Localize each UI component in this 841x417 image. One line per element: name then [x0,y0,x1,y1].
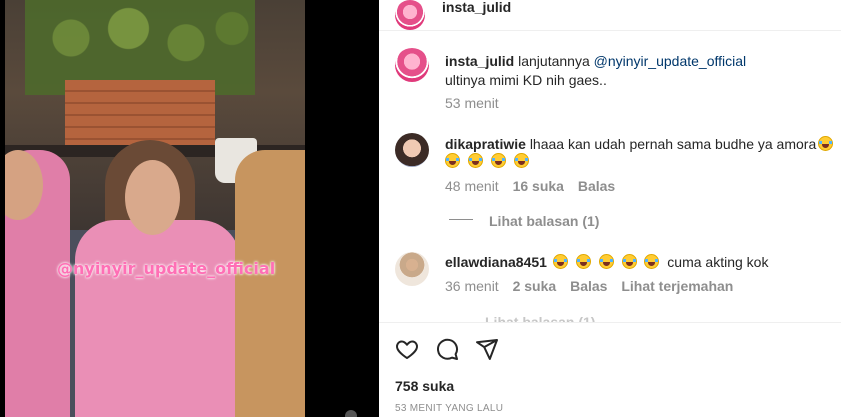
caption-avatar[interactable] [395,48,429,82]
view-replies-label: Lihat balasan (1) [489,213,600,229]
laughing-emoji-icon [575,254,591,269]
send-icon[interactable] [475,337,499,361]
video-player[interactable]: @nyinyir_update_official [5,0,305,417]
laughing-emoji-icon [445,153,460,168]
heart-icon[interactable] [395,337,419,361]
laughing-emoji-icon [818,136,834,151]
video-person-center [75,220,240,417]
comment-username[interactable]: dikapratiwie [445,136,526,152]
caption-time[interactable]: 53 menit [445,95,499,111]
comment2-line1: ellawdiana8451 cuma akting kok [445,254,768,270]
post-header: insta_julid [379,0,841,31]
post-time-ago[interactable]: 53 MENIT YANG LALU [395,403,503,414]
caption-text: lanjutannya [518,53,590,69]
comment-avatar-ellawdiana8451[interactable] [395,252,429,286]
likes-count[interactable]: 758 suka [395,378,454,394]
laughing-emoji-icon [644,254,660,269]
media-scroll-indicator[interactable] [345,410,357,417]
comment-avatar-dikapratiwie[interactable] [395,133,429,167]
comment-reply-button[interactable]: Balas [570,278,607,294]
comment-username[interactable]: ellawdiana8451 [445,254,547,270]
laughing-emoji-icon [552,254,568,269]
comment-meta: 48 menit 16 suka Balas [445,178,615,194]
comment-icon[interactable] [435,337,459,361]
view-replies-button[interactable]: Lihat balasan (1) [489,213,599,229]
laughing-emoji-icon [490,153,506,168]
video-person-center-face [125,160,180,235]
comment-time[interactable]: 48 menit [445,178,499,194]
caption-line2: ultinya mimi KD nih gaes.. [445,72,607,88]
caption-username[interactable]: insta_julid [445,53,514,69]
comment-line2-emojis [443,153,531,169]
post-panel: insta_julid insta_julid lanjutannya @nyi… [379,0,841,417]
comment-likes[interactable]: 16 suka [513,178,564,194]
media-backdrop [305,0,379,417]
laughing-emoji-icon [513,153,529,168]
view-replies-label: Lihat balasan (1) [485,314,596,322]
video-watermark: @nyinyir_update_official [57,259,276,278]
comment2-meta: 36 menit 2 suka Balas Lihat terjemahan [445,278,733,294]
replies-divider-line [449,219,473,220]
comment2-view-replies-partial[interactable]: Lihat balasan (1) [445,314,595,322]
video-brick-wall [65,80,215,150]
caption-mention-link[interactable]: @nyinyir_update_official [594,53,747,69]
comment-reply-button[interactable]: Balas [578,178,615,194]
caption-line1: insta_julid lanjutannya @nyinyir_update_… [445,53,746,69]
comment-time[interactable]: 36 menit [445,278,499,294]
header-avatar[interactable] [395,0,425,30]
header-username[interactable]: insta_julid [442,0,511,15]
comment-likes[interactable]: 2 suka [513,278,557,294]
laughing-emoji-icon [598,254,614,269]
comment-text: lhaaa kan udah pernah sama budhe ya amor… [529,136,817,152]
actions-divider [379,322,841,323]
comment-line1: dikapratiwie lhaaa kan udah pernah sama … [445,136,835,152]
laughing-emoji-icon [467,153,483,168]
comment-text: cuma akting kok [667,254,769,270]
video-person-right [235,150,305,417]
translate-button[interactable]: Lihat terjemahan [621,278,733,294]
laughing-emoji-icon [621,254,637,269]
